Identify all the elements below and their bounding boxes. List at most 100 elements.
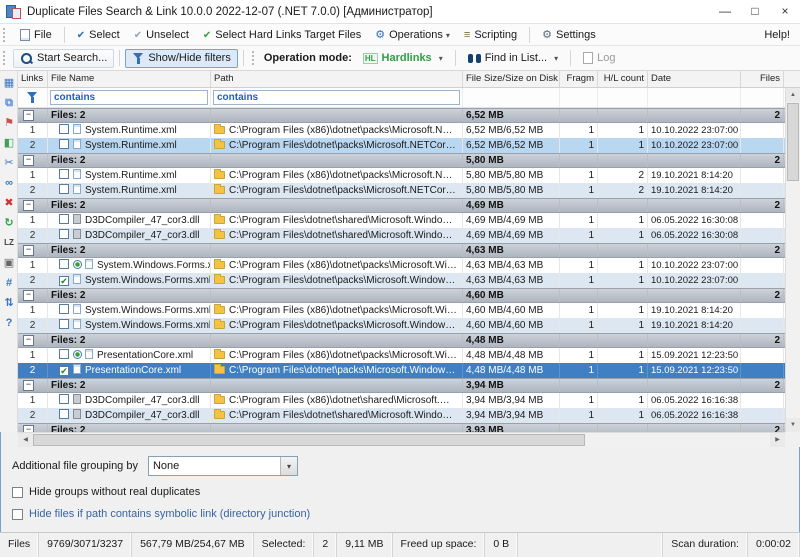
scroll-right-icon[interactable] <box>770 433 785 447</box>
column-header-file-size[interactable]: File Size/Size on Disk <box>463 71 560 87</box>
file-row[interactable]: 2D3DCompiler_47_cor3.dllC:\Program Files… <box>18 228 785 243</box>
archive-icon[interactable]: ▣ <box>1 255 17 271</box>
collapse-expander-icon[interactable] <box>23 110 34 121</box>
collapse-expander-icon[interactable] <box>23 200 34 211</box>
file-size: 4,60 MB/4,60 MB <box>463 303 560 318</box>
stats-icon[interactable]: # <box>1 275 17 291</box>
menu-select-hardlink-targets[interactable]: Select Hard Links Target Files <box>196 24 368 45</box>
refresh-icon[interactable]: ↻ <box>1 215 17 231</box>
grouping-select[interactable]: None <box>148 456 298 476</box>
menu-operations[interactable]: Operations <box>368 24 457 45</box>
column-header-files[interactable]: Files <box>741 71 784 87</box>
group-row[interactable]: Files: 26,52 MB2 <box>18 108 785 123</box>
file-row[interactable]: 1D3DCompiler_47_cor3.dllC:\Program Files… <box>18 213 785 228</box>
group-row[interactable]: Files: 24,69 MB2 <box>18 198 785 213</box>
delete-icon[interactable]: ✖ <box>1 195 17 211</box>
operation-mode-select[interactable]: Hardlinks <box>356 49 450 67</box>
log-button[interactable]: Log <box>576 49 622 67</box>
file-row[interactable]: 2System.Windows.Forms.xmlC:\Program File… <box>18 273 785 288</box>
file-row[interactable]: 2System.Windows.Forms.xmlC:\Program File… <box>18 318 785 333</box>
group-row[interactable]: Files: 23,94 MB2 <box>18 378 785 393</box>
file-checkbox[interactable] <box>59 366 69 376</box>
find-in-list-button[interactable]: Find in List... <box>461 49 565 67</box>
filter-empty-cell <box>648 88 741 107</box>
file-checkbox[interactable] <box>59 349 69 359</box>
maximize-button[interactable]: □ <box>740 0 770 23</box>
scroll-down-icon[interactable] <box>786 418 800 432</box>
start-search-button[interactable]: Start Search... <box>13 49 114 68</box>
collapse-expander-icon[interactable] <box>23 290 34 301</box>
file-path: C:\Program Files\dotnet\packs\Microsoft.… <box>229 318 457 333</box>
file-path: C:\Program Files (x86)\dotnet\packs\Micr… <box>229 168 457 183</box>
file-row[interactable]: 1System.Windows.Forms.xmlC:\Program File… <box>18 303 785 318</box>
group-row[interactable]: Files: 25,80 MB2 <box>18 153 785 168</box>
file-row[interactable]: 1PresentationCore.xmlC:\Program Files (x… <box>18 348 785 363</box>
group-fragm-cell <box>560 289 598 302</box>
file-path-cell: C:\Program Files\dotnet\packs\Microsoft.… <box>211 318 463 333</box>
horizontal-scroll-thumb[interactable] <box>33 434 585 446</box>
file-checkbox[interactable] <box>59 409 69 419</box>
menu-select[interactable]: Select <box>70 24 127 45</box>
file-checkbox[interactable] <box>59 124 69 134</box>
menu-settings[interactable]: Settings <box>535 24 603 45</box>
file-checkbox[interactable] <box>59 214 69 224</box>
menu-unselect[interactable]: Unselect <box>127 24 196 45</box>
group-row[interactable]: Files: 23,93 MB2 <box>18 423 785 432</box>
column-header-date[interactable]: Date <box>648 71 741 87</box>
file-row[interactable]: 1D3DCompiler_47_cor3.dllC:\Program Files… <box>18 393 785 408</box>
copy-icon[interactable]: ⧉ <box>1 95 17 111</box>
file-checkbox[interactable] <box>59 304 69 314</box>
hide-symlink-checkbox[interactable] <box>12 509 23 520</box>
file-row[interactable]: 2PresentationCore.xmlC:\Program Files\do… <box>18 363 785 378</box>
file-row[interactable]: 2System.Runtime.xmlC:\Program Files\dotn… <box>18 138 785 153</box>
compress-lz-icon[interactable]: LZ <box>1 235 17 251</box>
column-header-file-name[interactable]: File Name <box>48 71 211 87</box>
results-grid-icon[interactable]: ▦ <box>1 75 17 91</box>
sort-icon[interactable]: ⇅ <box>1 295 17 311</box>
file-checkbox[interactable] <box>59 319 69 329</box>
collapse-expander-icon[interactable] <box>23 425 34 432</box>
split-view-icon[interactable]: ◧ <box>1 135 17 151</box>
file-row[interactable]: 1System.Runtime.xmlC:\Program Files (x86… <box>18 123 785 138</box>
horizontal-scrollbar[interactable] <box>18 432 785 447</box>
close-button[interactable]: × <box>770 0 800 23</box>
file-checkbox[interactable] <box>59 169 69 179</box>
group-row[interactable]: Files: 24,63 MB2 <box>18 243 785 258</box>
scissors-icon[interactable]: ✂ <box>1 155 17 171</box>
column-header-links[interactable]: Links <box>18 71 48 87</box>
group-row[interactable]: Files: 24,60 MB2 <box>18 288 785 303</box>
file-checkbox[interactable] <box>59 394 69 404</box>
collapse-expander-icon[interactable] <box>23 245 34 256</box>
file-checkbox[interactable] <box>59 184 69 194</box>
collapse-expander-icon[interactable] <box>23 380 34 391</box>
help-icon[interactable]: ? <box>1 315 17 331</box>
collapse-expander-icon[interactable] <box>23 335 34 346</box>
menu-file[interactable]: File <box>13 24 59 45</box>
file-row[interactable]: 1System.Windows.Forms.xmlC:\Program File… <box>18 258 785 273</box>
file-row[interactable]: 2D3DCompiler_47_cor3.dllC:\Program Files… <box>18 408 785 423</box>
collapse-expander-icon[interactable] <box>23 155 34 166</box>
column-header-path[interactable]: Path <box>211 71 463 87</box>
file-row[interactable]: 2System.Runtime.xmlC:\Program Files\dotn… <box>18 183 785 198</box>
filename-filter-input[interactable]: contains <box>50 90 208 105</box>
menu-help[interactable]: Help! <box>754 24 800 45</box>
file-checkbox[interactable] <box>59 259 69 269</box>
file-checkbox[interactable] <box>59 139 69 149</box>
file-row[interactable]: 1System.Runtime.xmlC:\Program Files (x86… <box>18 168 785 183</box>
show-hide-filters-button[interactable]: Show/Hide filters <box>125 49 238 68</box>
scroll-left-icon[interactable] <box>18 433 33 447</box>
group-row[interactable]: Files: 24,48 MB2 <box>18 333 785 348</box>
flag-icon[interactable]: ⚑ <box>1 115 17 131</box>
column-header-hl-count[interactable]: H/L count <box>598 71 648 87</box>
scroll-up-icon[interactable] <box>786 88 800 102</box>
menu-scripting[interactable]: Scripting <box>457 24 524 45</box>
file-checkbox[interactable] <box>59 229 69 239</box>
vertical-scroll-thumb[interactable] <box>787 103 799 181</box>
vertical-scrollbar[interactable] <box>785 88 800 432</box>
column-header-fragm[interactable]: Fragm <box>560 71 598 87</box>
hide-groups-checkbox[interactable] <box>12 487 23 498</box>
path-filter-input[interactable]: contains <box>213 90 460 105</box>
link-icon[interactable]: ∞ <box>1 175 17 191</box>
minimize-button[interactable]: — <box>710 0 740 23</box>
file-checkbox[interactable] <box>59 276 69 286</box>
